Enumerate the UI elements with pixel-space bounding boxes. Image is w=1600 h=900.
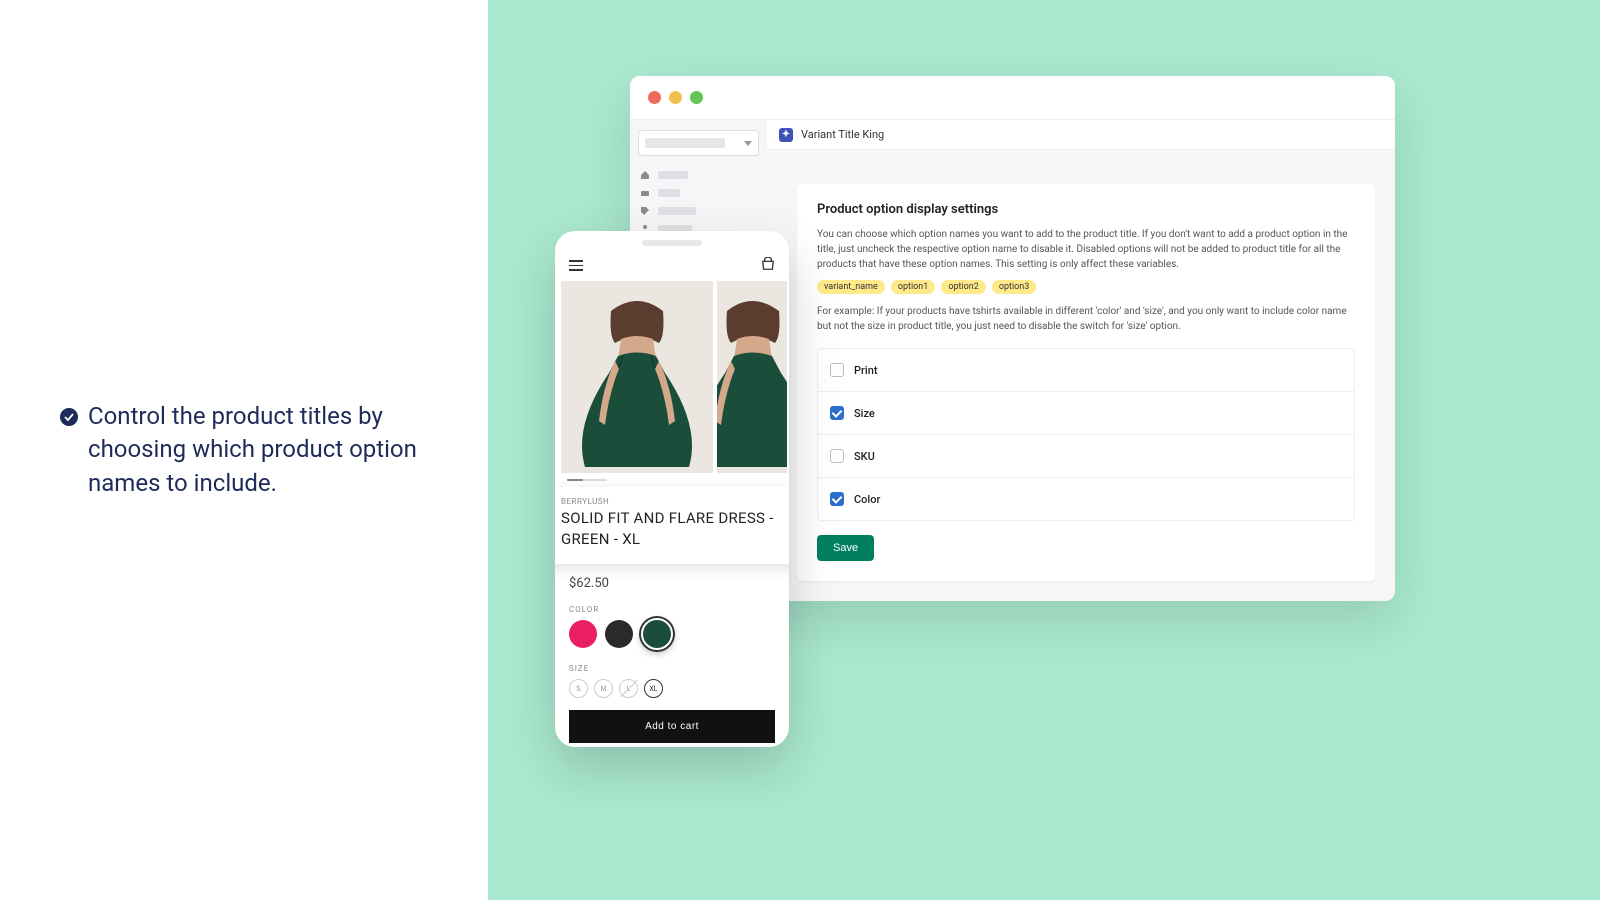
tag: variant_name	[817, 280, 885, 294]
store-selector[interactable]	[638, 130, 759, 156]
option-label: Print	[854, 364, 878, 377]
tag: option3	[992, 280, 1036, 294]
checkbox[interactable]	[830, 363, 844, 377]
product-price: $62.50	[569, 576, 775, 591]
store-header	[555, 256, 789, 281]
size-option-s[interactable]: S	[569, 679, 588, 698]
product-title-card: BERRYLUSH SOLID FIT AND FLARE DRESS - GR…	[555, 487, 789, 564]
app-title: Variant Title King	[801, 128, 884, 141]
size-option-m[interactable]: M	[594, 679, 613, 698]
product-title: SOLID FIT AND FLARE DRESS - GREEN - XL	[561, 508, 783, 550]
product-image-secondary[interactable]	[717, 281, 787, 473]
close-window-icon[interactable]	[648, 91, 661, 104]
phone-preview: BERRYLUSH SOLID FIT AND FLARE DRESS - GR…	[555, 231, 789, 747]
app-header: ✦ Variant Title King	[767, 120, 1395, 150]
home-icon	[640, 170, 650, 180]
product-gallery[interactable]	[555, 281, 789, 473]
inbox-icon	[640, 188, 650, 198]
cart-icon[interactable]	[761, 256, 775, 275]
color-swatch-black[interactable]	[605, 620, 633, 648]
color-section-label: COLOR	[569, 605, 775, 614]
option-label: Color	[854, 493, 880, 506]
check-circle-icon	[60, 408, 78, 426]
color-swatch-pink[interactable]	[569, 620, 597, 648]
option-row-sku[interactable]: SKU	[818, 435, 1354, 478]
maximize-window-icon[interactable]	[690, 91, 703, 104]
minimize-window-icon[interactable]	[669, 91, 682, 104]
app-logo-icon: ✦	[779, 128, 793, 142]
headline-text: Control the product titles by choosing w…	[88, 400, 428, 501]
window-titlebar	[630, 76, 1395, 120]
sidebar-item-products[interactable]	[638, 202, 759, 220]
size-option-l[interactable]: L	[619, 679, 638, 698]
checkbox[interactable]	[830, 449, 844, 463]
gallery-scroll-indicator	[567, 479, 607, 481]
option-label: Size	[854, 407, 875, 420]
option-row-print[interactable]: Print	[818, 349, 1354, 392]
option-label: SKU	[854, 450, 875, 463]
product-image[interactable]	[561, 281, 713, 473]
sidebar-item-home[interactable]	[638, 166, 759, 184]
phone-notch	[642, 240, 702, 246]
card-description: You can choose which option names you wa…	[817, 227, 1355, 272]
option-list: Print Size SKU Color	[817, 348, 1355, 521]
color-swatches	[555, 620, 789, 650]
option-row-size[interactable]: Size	[818, 392, 1354, 435]
color-swatch-green[interactable]	[641, 618, 673, 650]
add-to-cart-button[interactable]: Add to cart	[569, 710, 775, 743]
tag: option1	[891, 280, 935, 294]
tag: option2	[941, 280, 985, 294]
sidebar-item-orders[interactable]	[638, 184, 759, 202]
variable-tags: variant_name option1 option2 option3	[817, 280, 1355, 294]
save-button[interactable]: Save	[817, 535, 874, 561]
size-option-xl[interactable]: XL	[644, 679, 663, 698]
tag-icon	[640, 206, 650, 216]
option-row-color[interactable]: Color	[818, 478, 1354, 520]
settings-card: Product option display settings You can …	[797, 184, 1375, 581]
checkbox[interactable]	[830, 492, 844, 506]
marketing-copy-panel: Control the product titles by choosing w…	[0, 0, 488, 900]
card-heading: Product option display settings	[817, 202, 1355, 217]
size-section-label: SIZE	[569, 664, 775, 673]
product-brand: BERRYLUSH	[561, 497, 783, 506]
checkbox[interactable]	[830, 406, 844, 420]
size-options: S M L XL	[555, 679, 789, 698]
chevron-down-icon	[744, 141, 752, 146]
card-example-text: For example: If your products have tshir…	[817, 304, 1355, 334]
menu-icon[interactable]	[569, 260, 583, 271]
